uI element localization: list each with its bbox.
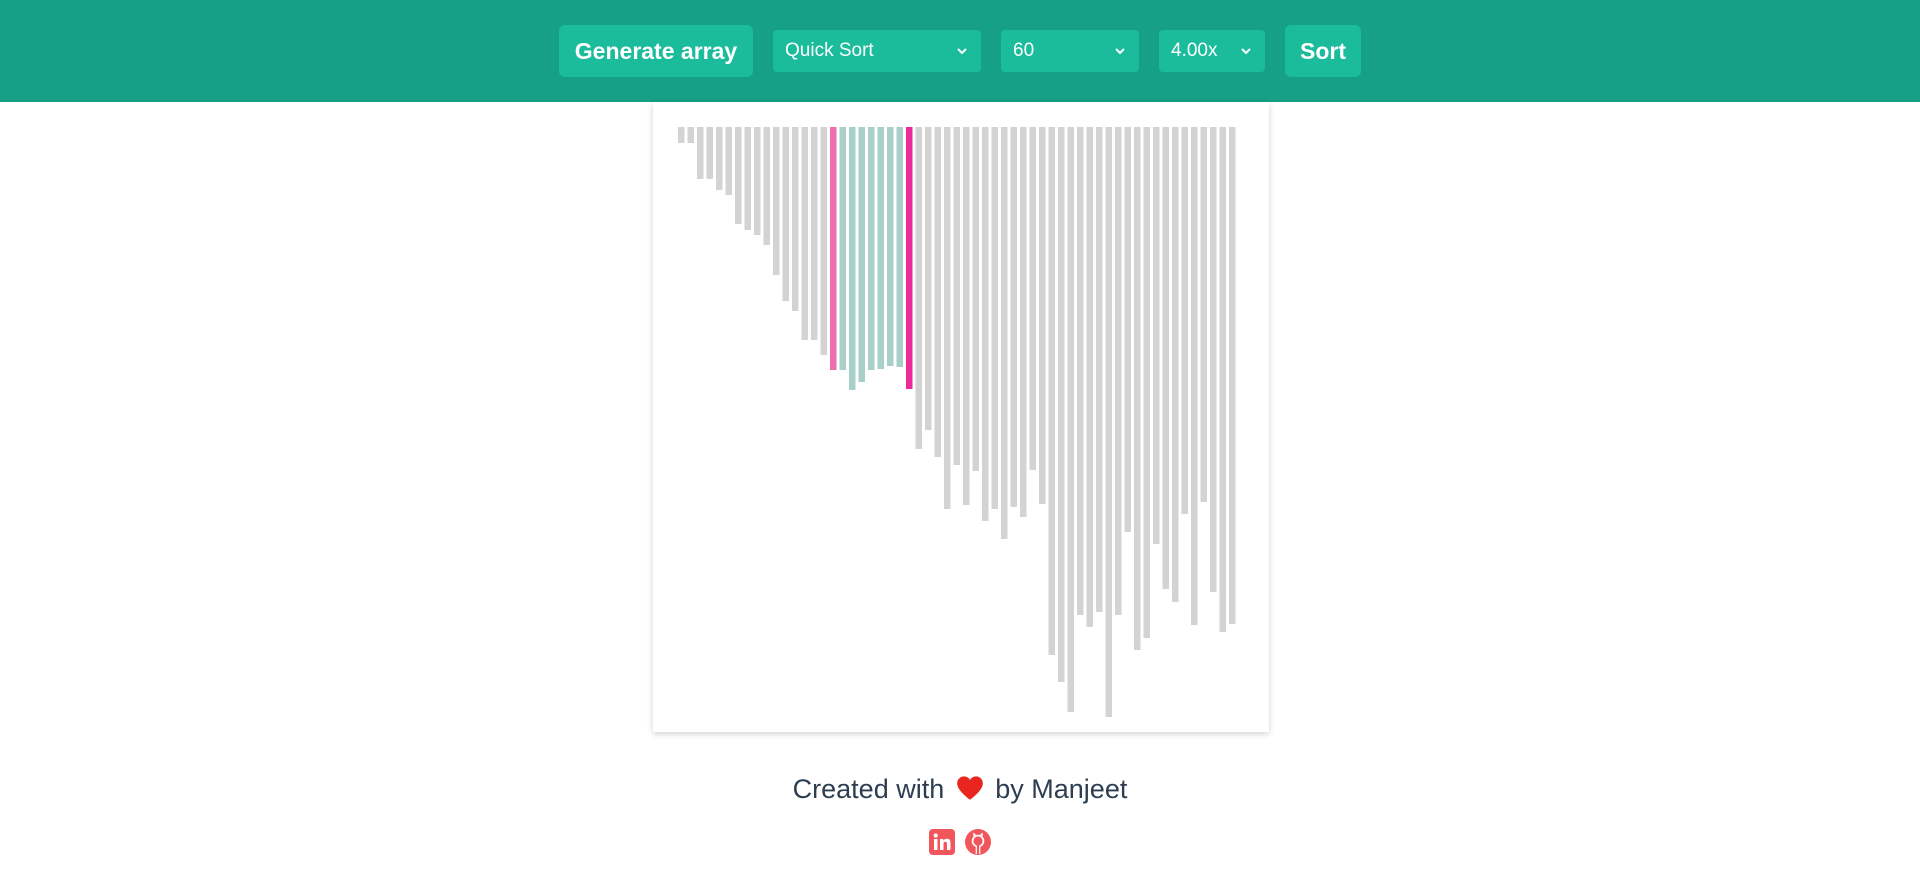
array-bar bbox=[915, 127, 922, 449]
array-bar bbox=[839, 127, 846, 370]
array-bar bbox=[706, 127, 713, 179]
array-bar bbox=[1048, 127, 1055, 655]
array-bar bbox=[801, 127, 808, 340]
array-bar bbox=[1086, 127, 1093, 627]
algorithm-select[interactable]: Quick Sort bbox=[773, 30, 981, 72]
array-bar bbox=[925, 127, 932, 430]
array-bar bbox=[754, 127, 761, 235]
array-bar bbox=[1115, 127, 1122, 615]
array-bar bbox=[1219, 127, 1226, 632]
footer-text-before: Created with bbox=[792, 774, 945, 804]
array-bar bbox=[1001, 127, 1008, 539]
array-bar bbox=[811, 127, 818, 340]
array-bar bbox=[887, 127, 894, 366]
array-bar bbox=[1105, 127, 1112, 717]
array-bar bbox=[972, 127, 979, 471]
array-bar bbox=[1200, 127, 1207, 502]
algorithm-select-value: Quick Sort bbox=[785, 40, 874, 61]
array-bar bbox=[1210, 127, 1217, 592]
array-bar bbox=[687, 127, 694, 143]
array-size-select-value: 60 bbox=[1013, 40, 1035, 61]
footer-text-after: by Manjeet bbox=[995, 774, 1128, 804]
array-bar bbox=[1229, 127, 1236, 624]
array-bar bbox=[849, 127, 856, 390]
array-bar bbox=[1153, 127, 1160, 544]
array-bar bbox=[1039, 127, 1046, 504]
github-icon bbox=[965, 829, 991, 855]
github-link[interactable] bbox=[964, 828, 992, 856]
array-bar bbox=[1143, 127, 1150, 638]
array-bar bbox=[697, 127, 704, 179]
array-bar bbox=[1077, 127, 1084, 615]
chevron-down-icon bbox=[1115, 48, 1125, 55]
array-bar bbox=[858, 127, 865, 382]
array-bar bbox=[735, 127, 742, 224]
array-bar bbox=[1020, 127, 1027, 517]
array-bar bbox=[1191, 127, 1198, 625]
array-bar bbox=[868, 127, 875, 370]
array-bar bbox=[1162, 127, 1169, 589]
heart-icon bbox=[956, 776, 983, 800]
array-size-select[interactable]: 60 bbox=[1001, 30, 1139, 72]
array-bar bbox=[792, 127, 799, 311]
array-bar bbox=[678, 127, 685, 143]
array-bar bbox=[773, 127, 780, 275]
bar-chart bbox=[678, 127, 1236, 717]
array-bar bbox=[934, 127, 941, 457]
array-bar bbox=[763, 127, 770, 245]
linkedin-link[interactable] bbox=[928, 828, 956, 856]
sort-button[interactable]: Sort bbox=[1285, 25, 1361, 77]
array-visualizer bbox=[653, 102, 1269, 732]
toolbar: Generate array Quick Sort 60 4.00x Sort bbox=[0, 0, 1920, 102]
social-links bbox=[0, 828, 1920, 856]
array-bar bbox=[963, 127, 970, 505]
speed-select-value: 4.00x bbox=[1171, 40, 1218, 61]
array-bar bbox=[982, 127, 989, 521]
array-bar bbox=[725, 127, 732, 195]
array-bar bbox=[1172, 127, 1179, 602]
array-bar bbox=[953, 127, 960, 465]
footer-credit: Created with by Manjeet bbox=[0, 774, 1920, 805]
array-bar bbox=[1181, 127, 1188, 514]
array-bar bbox=[716, 127, 723, 190]
array-bar bbox=[991, 127, 998, 509]
array-bar bbox=[1096, 127, 1103, 612]
array-bar bbox=[782, 127, 789, 301]
array-bar bbox=[744, 127, 751, 230]
array-bar bbox=[877, 127, 884, 369]
array-bar bbox=[944, 127, 951, 509]
array-bar bbox=[1010, 127, 1017, 507]
array-bar bbox=[906, 127, 913, 389]
array-bar bbox=[1124, 127, 1131, 532]
array-bar bbox=[1067, 127, 1074, 712]
array-bar bbox=[820, 127, 827, 355]
speed-select[interactable]: 4.00x bbox=[1159, 30, 1265, 72]
array-bar bbox=[830, 127, 837, 370]
linkedin-icon bbox=[929, 829, 955, 855]
generate-array-button[interactable]: Generate array bbox=[559, 25, 753, 77]
array-bar bbox=[1134, 127, 1141, 650]
array-bar bbox=[1058, 127, 1065, 682]
array-bar bbox=[1029, 127, 1036, 470]
chevron-down-icon bbox=[1241, 48, 1251, 55]
array-bar bbox=[896, 127, 903, 367]
chevron-down-icon bbox=[957, 48, 967, 55]
